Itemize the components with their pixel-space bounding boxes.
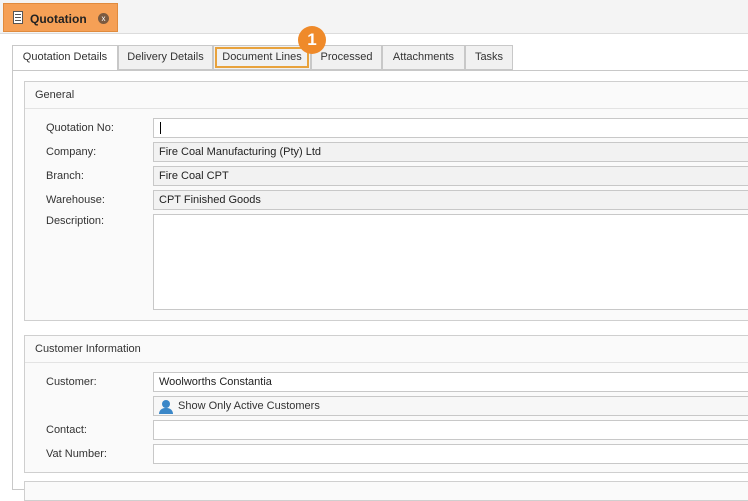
group-divider (25, 362, 748, 363)
group-divider (25, 108, 748, 109)
warehouse-label: Warehouse: (46, 194, 105, 206)
branch-field[interactable]: Fire Coal CPT (153, 166, 748, 186)
group-title: General (35, 89, 75, 101)
text-caret (160, 122, 161, 134)
tab-delivery-details[interactable]: Delivery Details (118, 45, 213, 70)
next-group (24, 481, 748, 501)
quotation-document-tab[interactable]: Quotation x (3, 3, 118, 32)
vat-number-field[interactable] (153, 444, 748, 464)
group-title: Customer Information (35, 343, 141, 355)
company-label: Company: (46, 146, 97, 158)
tab-document-lines[interactable]: Document Lines (213, 45, 311, 70)
show-active-customers-toggle[interactable]: Show Only Active Customers (153, 396, 748, 416)
document-tab-title: Quotation (30, 12, 87, 26)
tab-tasks[interactable]: Tasks (465, 45, 513, 70)
branch-label: Branch: (46, 170, 84, 182)
callout-badge: 1 (298, 26, 326, 54)
quotation-no-label: Quotation No: (46, 122, 114, 134)
customer-field[interactable]: Woolworths Constantia (153, 372, 748, 392)
contact-field[interactable] (153, 420, 748, 440)
active-customers-label: Show Only Active Customers (178, 400, 320, 412)
quotation-details-panel: General Quotation No: Company: Fire Coal… (12, 70, 748, 501)
tab-attachments[interactable]: Attachments (382, 45, 465, 70)
user-icon (159, 400, 173, 414)
tab-quotation-details[interactable]: Quotation Details (12, 45, 118, 71)
general-group: General Quotation No: Company: Fire Coal… (24, 81, 748, 321)
document-icon (13, 11, 23, 24)
close-icon[interactable]: x (98, 13, 109, 24)
contact-label: Contact: (46, 424, 87, 436)
warehouse-field[interactable]: CPT Finished Goods (153, 190, 748, 210)
company-field[interactable]: Fire Coal Manufacturing (Pty) Ltd (153, 142, 748, 162)
customer-label: Customer: (46, 376, 97, 388)
customer-information-group: Customer Information Customer: Woolworth… (24, 335, 748, 473)
description-field[interactable] (153, 214, 748, 310)
quotation-no-field[interactable] (153, 118, 748, 138)
vat-number-label: Vat Number: (46, 448, 107, 460)
description-label: Description: (46, 215, 105, 227)
